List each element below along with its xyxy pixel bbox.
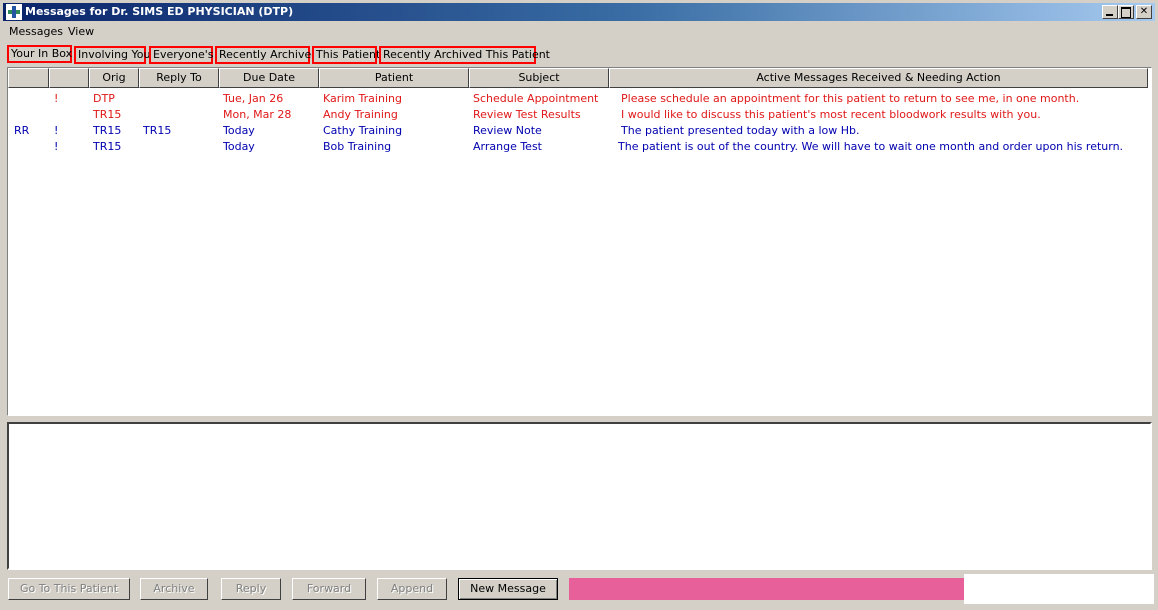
cell-priority: ! — [54, 124, 59, 137]
cell-message: Please schedule an appointment for this … — [621, 92, 1080, 105]
cell-message: The patient is out of the country. We wi… — [618, 140, 1124, 153]
cell-patient: Cathy Training — [323, 124, 403, 137]
cell-orig: TR15 — [93, 108, 122, 121]
new-message-button[interactable]: New Message — [458, 578, 558, 600]
column-header-priority[interactable] — [49, 68, 89, 88]
column-header-subject[interactable]: Subject — [469, 68, 609, 88]
go-to-patient-button[interactable]: Go To This Patient — [8, 578, 130, 600]
column-header-message[interactable]: Active Messages Received & Needing Actio… — [609, 68, 1148, 88]
tab-recently-archived-this-patient[interactable]: Recently Archived This Patient — [379, 46, 550, 64]
tab-everyones[interactable]: Everyone's — [149, 46, 213, 64]
cell-subject: Arrange Test — [473, 140, 542, 153]
message-list[interactable]: Orig Reply To Due Date Patient Subject A… — [7, 67, 1152, 416]
forward-button[interactable]: Forward — [292, 578, 366, 600]
status-blank-area — [964, 574, 1154, 604]
append-button[interactable]: Append — [377, 578, 447, 600]
message-preview-pane[interactable] — [7, 422, 1152, 570]
table-row[interactable]: TR15 Mon, Mar 28 Andy Training Review Te… — [8, 107, 1151, 123]
cell-due-date: Today — [223, 140, 255, 153]
table-row[interactable]: RR ! TR15 TR15 Today Cathy Training Revi… — [8, 123, 1151, 139]
cell-message: The patient presented today with a low H… — [621, 124, 860, 137]
minimize-button[interactable] — [1102, 5, 1118, 19]
status-indicator-bar — [569, 578, 964, 600]
cell-subject: Review Note — [473, 124, 542, 137]
cell-subject: Review Test Results — [473, 108, 581, 121]
column-header-due-date[interactable]: Due Date — [219, 68, 319, 88]
tab-this-patient[interactable]: This Patient — [312, 46, 380, 64]
cell-message: I would like to discuss this patient's m… — [621, 108, 1041, 121]
menu-messages[interactable]: Messages — [9, 23, 63, 41]
tab-your-in-box[interactable]: Your In Box — [7, 45, 72, 63]
close-button[interactable]: ✕ — [1136, 5, 1152, 19]
maximize-icon — [1121, 7, 1131, 18]
cell-subject: Schedule Appointment — [473, 92, 599, 105]
cell-patient: Bob Training — [323, 140, 392, 153]
column-header-flag[interactable] — [8, 68, 49, 88]
title-bar[interactable]: Messages for Dr. SIMS ED PHYSICIAN (DTP)… — [3, 3, 1155, 21]
column-header-orig[interactable]: Orig — [89, 68, 139, 88]
cell-priority: ! — [54, 92, 59, 105]
tab-involving-you[interactable]: Involving You — [74, 46, 151, 64]
table-row[interactable]: ! TR15 Today Bob Training Arrange Test T… — [8, 139, 1151, 155]
cell-patient: Andy Training — [323, 108, 398, 121]
cell-due-date: Today — [223, 124, 255, 137]
cell-reply-to: TR15 — [143, 124, 172, 137]
menu-view[interactable]: View — [68, 23, 94, 41]
column-header-reply-to[interactable]: Reply To — [139, 68, 219, 88]
window-title: Messages for Dr. SIMS ED PHYSICIAN (DTP) — [25, 5, 294, 18]
cell-flag: RR — [14, 124, 30, 137]
archive-button[interactable]: Archive — [140, 578, 208, 600]
cell-priority: ! — [54, 140, 59, 153]
minimize-icon — [1106, 14, 1113, 16]
app-cross-icon — [6, 4, 22, 20]
cell-due-date: Tue, Jan 26 — [223, 92, 284, 105]
cell-due-date: Mon, Mar 28 — [223, 108, 292, 121]
cell-orig: TR15 — [93, 140, 122, 153]
cell-patient: Karim Training — [323, 92, 402, 105]
reply-button[interactable]: Reply — [221, 578, 281, 600]
cell-orig: DTP — [93, 92, 115, 105]
table-row[interactable]: ! DTP Tue, Jan 26 Karim Training Schedul… — [8, 91, 1151, 107]
messages-window: Messages for Dr. SIMS ED PHYSICIAN (DTP)… — [0, 0, 1158, 610]
cell-orig: TR15 — [93, 124, 122, 137]
column-header-patient[interactable]: Patient — [319, 68, 469, 88]
tab-recently-archived[interactable]: Recently Archived — [215, 46, 318, 64]
maximize-button[interactable] — [1118, 5, 1134, 19]
close-icon: ✕ — [1139, 6, 1149, 17]
list-header: Orig Reply To Due Date Patient Subject A… — [8, 68, 1151, 88]
